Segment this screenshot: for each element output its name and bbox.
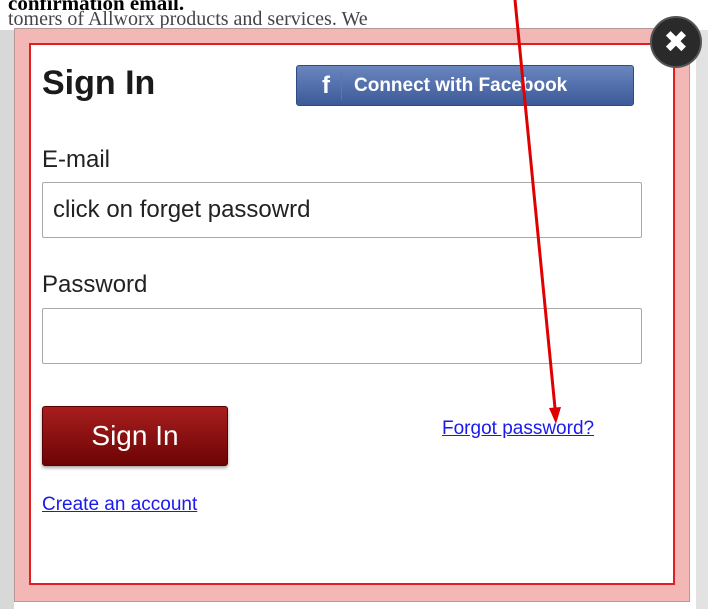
annotation-arrow-line bbox=[513, 0, 557, 409]
annotation-arrow bbox=[513, 0, 561, 424]
annotation-arrow-head bbox=[549, 407, 561, 424]
